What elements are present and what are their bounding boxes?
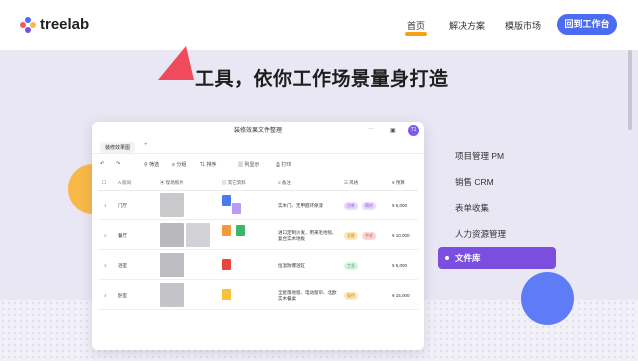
room-cell[interactable]: 门厅 bbox=[118, 203, 127, 209]
photo-thumbnail[interactable] bbox=[186, 223, 210, 247]
style-tag: 中式 bbox=[362, 232, 376, 240]
more-icon[interactable]: ··· bbox=[368, 126, 374, 132]
ppt-file-icon[interactable] bbox=[222, 225, 231, 236]
red-triangle-decoration bbox=[158, 46, 194, 80]
room-cell[interactable]: 卧室 bbox=[118, 293, 127, 299]
nav-home[interactable]: 首页 bbox=[404, 19, 428, 36]
photo-thumbnail[interactable] bbox=[160, 283, 184, 307]
excel-file-icon[interactable] bbox=[236, 225, 245, 236]
table-row[interactable]: 4 卧室 全屋落地窗、电动窗帘、北欧实木餐桌 现代 ¥ 15,000 bbox=[98, 281, 418, 310]
solution-item-pm[interactable]: 项目管理 PM bbox=[455, 150, 504, 162]
style-tag: 北欧 bbox=[344, 232, 358, 240]
note-cell[interactable]: 全屋落地窗、电动窗帘、北欧实木餐桌 bbox=[278, 290, 338, 302]
columns-label: 列显示 bbox=[244, 162, 260, 168]
top-navbar: treelab 首页 解决方案 模版市场 回到工作台 bbox=[0, 0, 638, 50]
column-header-budget[interactable]: ¥ 预算 bbox=[392, 176, 405, 190]
note-cell[interactable]: 进口定制沙发，用来毛地毯、复合实木地板 bbox=[278, 230, 338, 242]
tab-renderings[interactable]: 装修效果图 bbox=[100, 142, 136, 153]
photo-thumbnail[interactable] bbox=[160, 253, 184, 277]
logo-text: treelab bbox=[40, 16, 90, 33]
logo-mark-icon bbox=[20, 16, 36, 33]
style-tag: 古朴 bbox=[344, 202, 358, 210]
row-number: 2 bbox=[104, 233, 107, 238]
print-label: 打印 bbox=[281, 162, 292, 168]
solution-item-forms[interactable]: 表单收集 bbox=[455, 202, 489, 214]
budget-cell[interactable]: ¥ 5,000 bbox=[392, 203, 407, 209]
avatar[interactable]: T1 bbox=[408, 125, 419, 136]
photo-thumbnail[interactable] bbox=[160, 193, 184, 217]
table-row[interactable]: 3 浴室 恒温防爆浴缸 工业 ¥ 5,000 bbox=[98, 251, 418, 280]
row-number: 4 bbox=[104, 293, 107, 298]
columns-button[interactable]: ▥ 列显示 bbox=[238, 161, 259, 168]
budget-cell[interactable]: ¥ 10,000 bbox=[392, 233, 410, 239]
hero-headline: 工具，依你工作场景量身打造 bbox=[195, 69, 449, 90]
column-header-budget-label: 预算 bbox=[395, 180, 405, 185]
row-number: 3 bbox=[104, 263, 107, 268]
solution-item-hr[interactable]: 人力资源管理 bbox=[455, 228, 506, 240]
note-cell[interactable]: 恒温防爆浴缸 bbox=[278, 263, 338, 269]
solution-item-file-library-label: 文件库 bbox=[455, 253, 481, 263]
photo-thumbnail[interactable] bbox=[160, 223, 184, 247]
group-button[interactable]: ≡ 分组 bbox=[172, 161, 186, 168]
active-dot-icon bbox=[445, 256, 449, 260]
redo-icon[interactable]: ↷ bbox=[116, 161, 120, 167]
budget-cell[interactable]: ¥ 15,000 bbox=[392, 293, 410, 299]
style-tag: 现代 bbox=[344, 292, 358, 300]
row-number: 1 bbox=[104, 203, 107, 208]
doc-file-icon[interactable] bbox=[222, 289, 231, 300]
sort-button[interactable]: ⇅ 排序 bbox=[200, 161, 216, 168]
table-row[interactable]: 1 门厅 实木门、无甲醛环保漆 古朴 简约 ¥ 5,000 bbox=[98, 191, 418, 220]
book-icon[interactable]: ▣ bbox=[390, 127, 396, 134]
pdf-file-icon[interactable] bbox=[222, 259, 231, 270]
word-file-icon[interactable] bbox=[222, 195, 231, 206]
style-tag: 简约 bbox=[362, 202, 376, 210]
column-header-style[interactable]: ☰ 风格 bbox=[344, 176, 358, 190]
column-header-photos[interactable]: ▣ 现场照片 bbox=[160, 176, 184, 190]
app-preview-window: 装修效果文件整理 ··· ▣ T1 装修效果图 + ↶ ↷ ⚲ 筛选 ≡ 分组 … bbox=[92, 122, 424, 350]
page-scrollbar[interactable] bbox=[628, 50, 632, 130]
treelab-logo[interactable]: treelab bbox=[20, 16, 89, 33]
image-file-icon[interactable] bbox=[232, 203, 241, 214]
column-header-docs-label: 其它资料 bbox=[227, 180, 246, 185]
column-header-notes-label: 备注 bbox=[281, 180, 291, 185]
table-row[interactable]: 2 餐厅 进口定制沙发，用来毛地毯、复合实木地板 北欧 中式 ¥ 10,000 bbox=[98, 221, 418, 250]
undo-icon[interactable]: ↶ bbox=[100, 161, 104, 167]
add-tab-icon[interactable]: + bbox=[144, 142, 148, 148]
filter-button[interactable]: ⚲ 筛选 bbox=[144, 161, 159, 168]
column-header-docs[interactable]: ▤ 其它资料 bbox=[222, 176, 246, 190]
column-header-room[interactable]: A 房间 bbox=[118, 176, 131, 190]
filter-label: 筛选 bbox=[149, 162, 160, 168]
back-to-workspace-button[interactable]: 回到工作台 bbox=[557, 14, 617, 35]
column-header-room-label: 房间 bbox=[122, 180, 132, 185]
solution-item-crm[interactable]: 销售 CRM bbox=[455, 176, 494, 188]
group-label: 分组 bbox=[176, 162, 187, 168]
blue-circle-decoration bbox=[521, 272, 574, 325]
select-all-checkbox[interactable]: ☐ bbox=[102, 176, 106, 190]
table-title: 装修效果文件整理 bbox=[233, 128, 282, 134]
room-cell[interactable]: 餐厅 bbox=[118, 233, 127, 239]
table-toolbar: ↶ ↷ ⚲ 筛选 ≡ 分组 ⇅ 排序 ▥ 列显示 ⎙ 打印 bbox=[92, 158, 424, 172]
nav-templates[interactable]: 模版市场 bbox=[505, 19, 541, 32]
sort-label: 排序 bbox=[206, 162, 217, 168]
style-tag: 工业 bbox=[344, 262, 358, 270]
budget-cell[interactable]: ¥ 5,000 bbox=[392, 263, 407, 269]
room-cell[interactable]: 浴室 bbox=[118, 263, 127, 269]
column-header-notes[interactable]: ≡ 备注 bbox=[278, 176, 291, 190]
nav-solutions[interactable]: 解决方案 bbox=[449, 19, 485, 32]
column-header-photos-label: 现场照片 bbox=[165, 180, 184, 185]
note-cell[interactable]: 实木门、无甲醛环保漆 bbox=[278, 203, 338, 209]
column-header-style-label: 风格 bbox=[349, 180, 359, 185]
print-button[interactable]: ⎙ 打印 bbox=[276, 161, 291, 168]
view-tabs: 装修效果图 + bbox=[92, 140, 424, 154]
